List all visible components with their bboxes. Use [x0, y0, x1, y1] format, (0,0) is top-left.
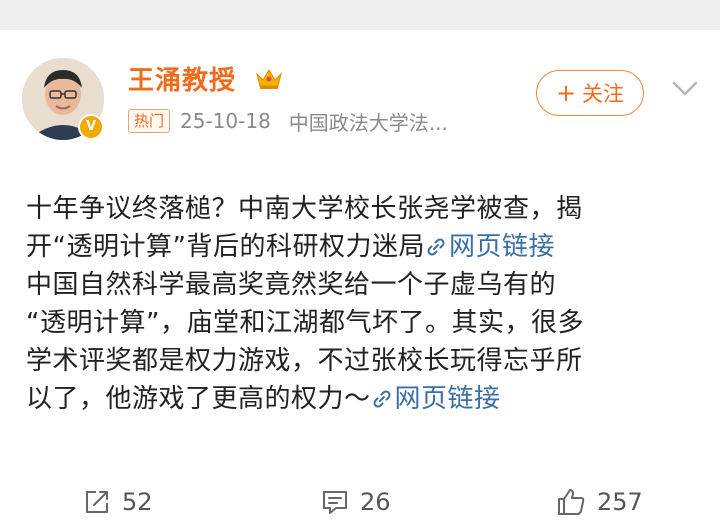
web-link-label: 网页链接: [448, 232, 555, 262]
like-button[interactable]: 257: [555, 480, 643, 524]
plus-icon: +: [555, 79, 577, 107]
repost-icon: [86, 491, 108, 513]
post-line: “透明计算”，庙堂和江湖都气坏了。其实，很多: [26, 308, 584, 338]
comment-count: 26: [360, 488, 391, 516]
verified-badge-icon: V: [78, 114, 104, 140]
post-content: 十年争议终落槌？中南大学校长张尧学被查，揭 开“透明计算”背后的科研权力迷局 网页…: [26, 190, 696, 418]
follow-button[interactable]: + 关注: [536, 70, 644, 116]
author-avatar-wrap[interactable]: V: [22, 58, 110, 146]
like-count: 257: [597, 488, 643, 516]
post-line-text: 开“透明计算”背后的科研权力迷局: [26, 232, 425, 262]
repost-count: 52: [122, 488, 153, 516]
repost-button[interactable]: 52: [82, 480, 153, 524]
web-link[interactable]: 网页链接: [371, 384, 501, 414]
post-line: 学术评奖都是权力游戏，不过张校长玩得忘乎所: [26, 346, 583, 376]
web-link[interactable]: 网页链接: [425, 232, 555, 262]
post-line: 开“透明计算”背后的科研权力迷局 网页链接: [26, 228, 696, 266]
chevron-down-icon[interactable]: [670, 76, 700, 100]
post-source: 中国政法大学法...: [288, 110, 448, 135]
author-name[interactable]: 王涌教授: [128, 60, 236, 97]
crown-icon: [256, 69, 282, 89]
post-line-text: 以了，他游戏了更高的权力～: [26, 384, 371, 414]
follow-label: 关注: [582, 82, 625, 106]
post-date: 25-10-18: [180, 109, 271, 133]
link-icon: [372, 390, 391, 408]
post-meta-row: 热门 25-10-18 中国政法大学法...: [128, 108, 448, 135]
post-line: 十年争议终落槌？中南大学校长张尧学被查，揭: [26, 194, 583, 224]
web-link-label: 网页链接: [394, 384, 501, 414]
comment-button[interactable]: 26: [320, 480, 391, 524]
top-divider-bar: [0, 0, 720, 30]
post-line: 以了，他游戏了更高的权力～ 网页链接: [26, 380, 696, 418]
weibo-post-card: V 王涌教授 热门 25-10-18 中国政法大学法... + 关注 十年争议终…: [0, 30, 720, 520]
comment-icon: [323, 491, 347, 514]
post-line: 中国自然科学最高奖竟然奖给一个子虚乌有的: [26, 270, 557, 300]
hot-tag-badge: 热门: [128, 109, 171, 133]
link-icon: [427, 238, 445, 256]
post-action-bar: 52 26 257: [0, 480, 720, 524]
thumbs-up-icon: [558, 489, 585, 515]
